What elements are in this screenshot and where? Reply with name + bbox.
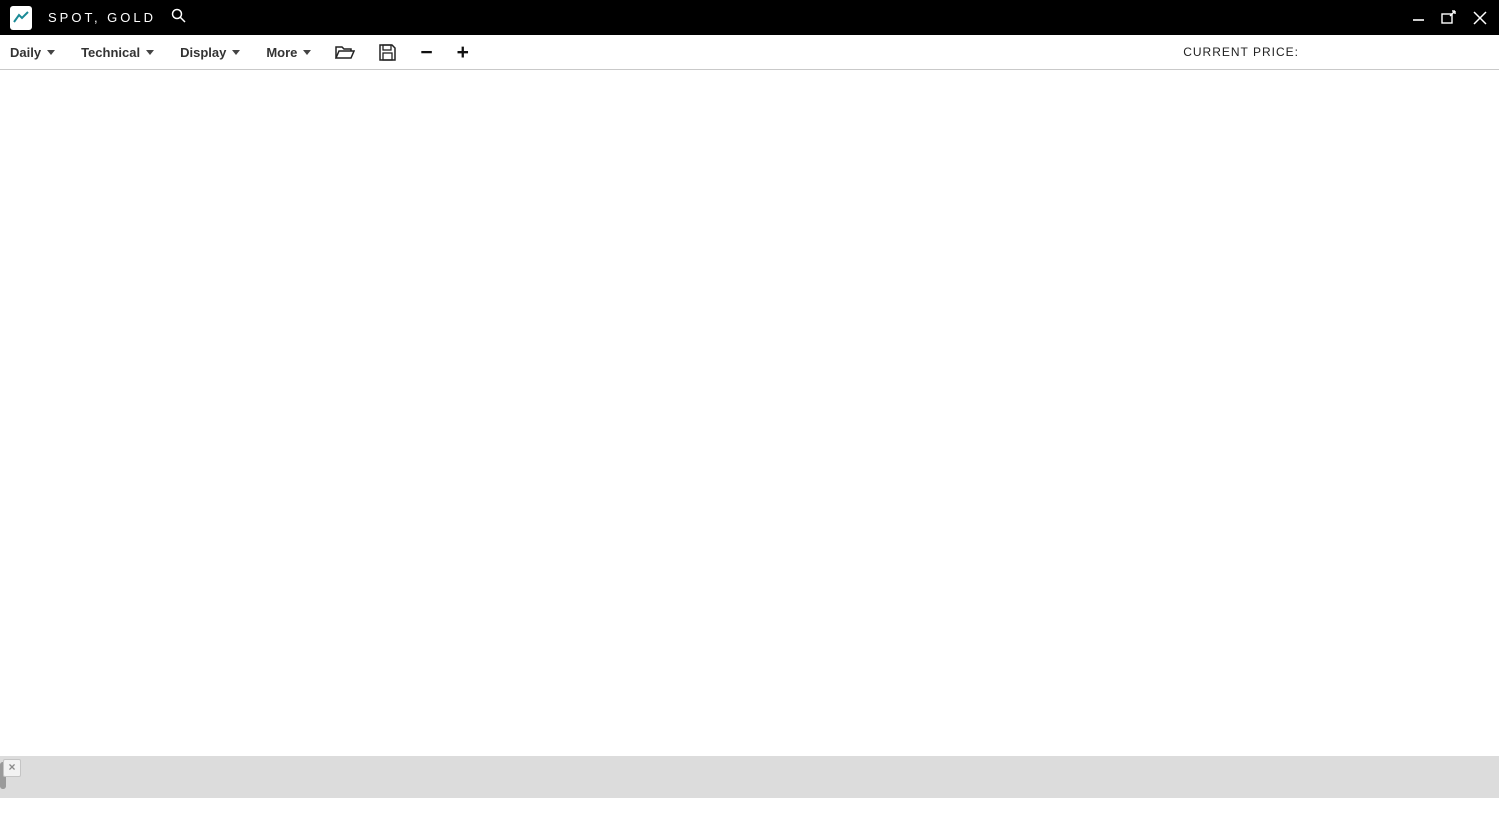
toolbar: Daily Technical Display More − + CURRENT… <box>0 35 1499 70</box>
popout-window-button[interactable] <box>1441 10 1457 25</box>
app-logo-icon <box>10 6 32 30</box>
save-icon[interactable] <box>379 44 396 61</box>
zoom-out-button[interactable]: − <box>420 42 432 63</box>
bid-price-badge: ▼ 2364.18 <box>1315 42 1399 63</box>
search-icon[interactable] <box>170 7 187 29</box>
menu-display[interactable]: Display <box>180 45 240 60</box>
title-bar: SPOT, GOLD <box>0 0 1499 35</box>
arrow-down-icon: ▼ <box>1318 43 1327 53</box>
chevron-down-icon <box>47 50 55 55</box>
arrow-up-icon: ▲ <box>1478 43 1487 53</box>
navigator-close-button[interactable]: × <box>3 759 21 777</box>
navigator-plot <box>0 755 1499 829</box>
menu-more[interactable]: More <box>266 45 311 60</box>
ask-price-badge: 2364.78 ▲ <box>1405 42 1489 63</box>
chart-window: { "window": { "titlebar": { "symbol": "S… <box>0 0 1499 829</box>
menu-daily[interactable]: Daily <box>10 45 55 60</box>
open-folder-icon[interactable] <box>335 44 355 60</box>
chevron-down-icon <box>303 50 311 55</box>
symbol-title: SPOT, GOLD <box>48 10 156 25</box>
price-chart-plot[interactable] <box>0 70 1499 755</box>
close-button[interactable] <box>1473 11 1487 25</box>
chevron-down-icon <box>146 50 154 55</box>
zoom-in-button[interactable]: + <box>457 42 469 63</box>
minimize-button[interactable] <box>1412 11 1425 24</box>
menu-technical[interactable]: Technical <box>81 45 154 60</box>
chevron-down-icon <box>232 50 240 55</box>
current-price-label: CURRENT PRICE: <box>1183 45 1299 59</box>
